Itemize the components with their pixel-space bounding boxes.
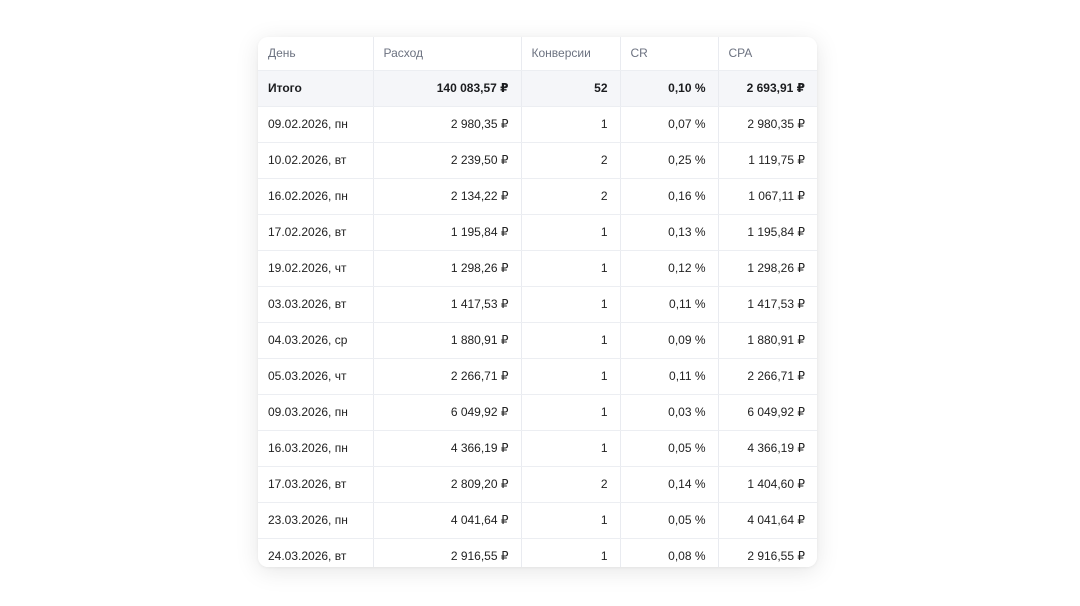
cell-spend: 6 049,92 ₽ <box>373 394 522 431</box>
cell-cpa: 1 298,26 ₽ <box>718 250 817 287</box>
table-row[interactable]: 24.03.2026, вт 2 916,55 ₽1 0,08 % 2 916,55 … <box>258 538 817 567</box>
cell-conversions: 1 <box>521 214 621 251</box>
cell-conversions: 1 <box>521 322 621 359</box>
cell-spend: 2 916,55 ₽ <box>373 538 522 567</box>
cell-conversions: 1 <box>521 106 621 143</box>
cell-cpa: 1 119,75 ₽ <box>718 142 817 179</box>
cell-spend: 1 195,84 ₽ <box>373 214 522 251</box>
table-row[interactable]: 05.03.2026, чт 2 266,71 ₽1 0,11 % 2 266,71 … <box>258 358 817 395</box>
cell-cr: 0,08 % <box>620 538 719 567</box>
cell-day: 24.03.2026, вт <box>258 538 374 567</box>
table-row[interactable]: 17.03.2026, вт 2 809,20 ₽2 0,14 % 1 404,60 … <box>258 466 817 503</box>
table-row[interactable]: 16.03.2026, пн 4 366,19 ₽1 0,05 % 4 366,19 … <box>258 430 817 467</box>
table-row[interactable]: 19.02.2026, чт 1 298,26 ₽1 0,12 % 1 298,26 … <box>258 250 817 287</box>
daily-report-table: День Расход Конверсии CR CPA Итого 140 0… <box>258 37 817 567</box>
table-row[interactable]: 17.02.2026, вт 1 195,84 ₽1 0,13 % 1 195,84 … <box>258 214 817 251</box>
cell-cpa: 1 404,60 ₽ <box>718 466 817 503</box>
cell-conversions: 1 <box>521 430 621 467</box>
total-spend: 140 083,57 ₽ <box>373 70 522 107</box>
table-row[interactable]: 10.02.2026, вт 2 239,50 ₽2 0,25 % 1 119,75 … <box>258 142 817 179</box>
total-cpa: 2 693,91 ₽ <box>718 70 817 107</box>
cell-cpa: 2 916,55 ₽ <box>718 538 817 567</box>
cell-day: 09.03.2026, пн <box>258 394 374 431</box>
cell-conversions: 1 <box>521 394 621 431</box>
report-table-card: День Расход Конверсии CR CPA Итого 140 0… <box>258 37 817 567</box>
total-row: Итого 140 083,57 ₽ 52 0,10 % 2 693,91 ₽ <box>258 70 817 107</box>
total-label: Итого <box>258 70 374 107</box>
cell-cr: 0,11 % <box>620 358 719 395</box>
cell-cr: 0,05 % <box>620 430 719 467</box>
cell-cr: 0,05 % <box>620 502 719 539</box>
table-row[interactable]: 09.02.2026, пн 2 980,35 ₽1 0,07 % 2 980,35 … <box>258 106 817 143</box>
table-header-row: День Расход Конверсии CR CPA <box>258 37 817 71</box>
cell-conversions: 1 <box>521 286 621 323</box>
cell-day: 04.03.2026, ср <box>258 322 374 359</box>
cell-cpa: 4 041,64 ₽ <box>718 502 817 539</box>
cell-day: 23.03.2026, пн <box>258 502 374 539</box>
cell-cr: 0,09 % <box>620 322 719 359</box>
cell-spend: 2 980,35 ₽ <box>373 106 522 143</box>
cell-day: 17.02.2026, вт <box>258 214 374 251</box>
cell-cpa: 2 980,35 ₽ <box>718 106 817 143</box>
cell-cpa: 1 417,53 ₽ <box>718 286 817 323</box>
cell-conversions: 1 <box>521 538 621 567</box>
cell-cr: 0,07 % <box>620 106 719 143</box>
cell-spend: 2 239,50 ₽ <box>373 142 522 179</box>
table-row[interactable]: 23.03.2026, пн 4 041,64 ₽1 0,05 % 4 041,64 … <box>258 502 817 539</box>
cell-spend: 1 880,91 ₽ <box>373 322 522 359</box>
column-header-cr[interactable]: CR <box>620 37 719 71</box>
column-header-conversions[interactable]: Конверсии <box>521 37 621 71</box>
cell-cpa: 4 366,19 ₽ <box>718 430 817 467</box>
cell-cr: 0,03 % <box>620 394 719 431</box>
cell-day: 16.03.2026, пн <box>258 430 374 467</box>
cell-spend: 2 134,22 ₽ <box>373 178 522 215</box>
cell-spend: 1 298,26 ₽ <box>373 250 522 287</box>
cell-spend: 2 266,71 ₽ <box>373 358 522 395</box>
cell-spend: 4 366,19 ₽ <box>373 430 522 467</box>
column-header-day[interactable]: День <box>258 37 374 71</box>
cell-day: 16.02.2026, пн <box>258 178 374 215</box>
cell-day: 05.03.2026, чт <box>258 358 374 395</box>
cell-cpa: 1 067,11 ₽ <box>718 178 817 215</box>
cell-spend: 1 417,53 ₽ <box>373 286 522 323</box>
table-row[interactable]: 04.03.2026, ср 1 880,91 ₽1 0,09 % 1 880,91 … <box>258 322 817 359</box>
total-conversions: 52 <box>521 70 621 107</box>
cell-cr: 0,16 % <box>620 178 719 215</box>
cell-cr: 0,13 % <box>620 214 719 251</box>
cell-spend: 4 041,64 ₽ <box>373 502 522 539</box>
cell-day: 19.02.2026, чт <box>258 250 374 287</box>
table-row[interactable]: 09.03.2026, пн 6 049,92 ₽1 0,03 % 6 049,92 … <box>258 394 817 431</box>
cell-conversions: 2 <box>521 178 621 215</box>
cell-cr: 0,14 % <box>620 466 719 503</box>
cell-cr: 0,11 % <box>620 286 719 323</box>
cell-cr: 0,25 % <box>620 142 719 179</box>
cell-day: 09.02.2026, пн <box>258 106 374 143</box>
cell-day: 17.03.2026, вт <box>258 466 374 503</box>
cell-cpa: 1 195,84 ₽ <box>718 214 817 251</box>
cell-day: 10.02.2026, вт <box>258 142 374 179</box>
cell-cpa: 1 880,91 ₽ <box>718 322 817 359</box>
cell-conversions: 1 <box>521 250 621 287</box>
column-header-spend[interactable]: Расход <box>373 37 522 71</box>
cell-conversions: 2 <box>521 466 621 503</box>
table-row[interactable]: 03.03.2026, вт 1 417,53 ₽1 0,11 % 1 417,53 … <box>258 286 817 323</box>
cell-cpa: 2 266,71 ₽ <box>718 358 817 395</box>
cell-conversions: 2 <box>521 142 621 179</box>
total-cr: 0,10 % <box>620 70 719 107</box>
cell-day: 03.03.2026, вт <box>258 286 374 323</box>
cell-cr: 0,12 % <box>620 250 719 287</box>
cell-spend: 2 809,20 ₽ <box>373 466 522 503</box>
cell-conversions: 1 <box>521 358 621 395</box>
cell-cpa: 6 049,92 ₽ <box>718 394 817 431</box>
table-row[interactable]: 16.02.2026, пн 2 134,22 ₽2 0,16 % 1 067,11 … <box>258 178 817 215</box>
cell-conversions: 1 <box>521 502 621 539</box>
column-header-cpa[interactable]: CPA <box>718 37 817 71</box>
